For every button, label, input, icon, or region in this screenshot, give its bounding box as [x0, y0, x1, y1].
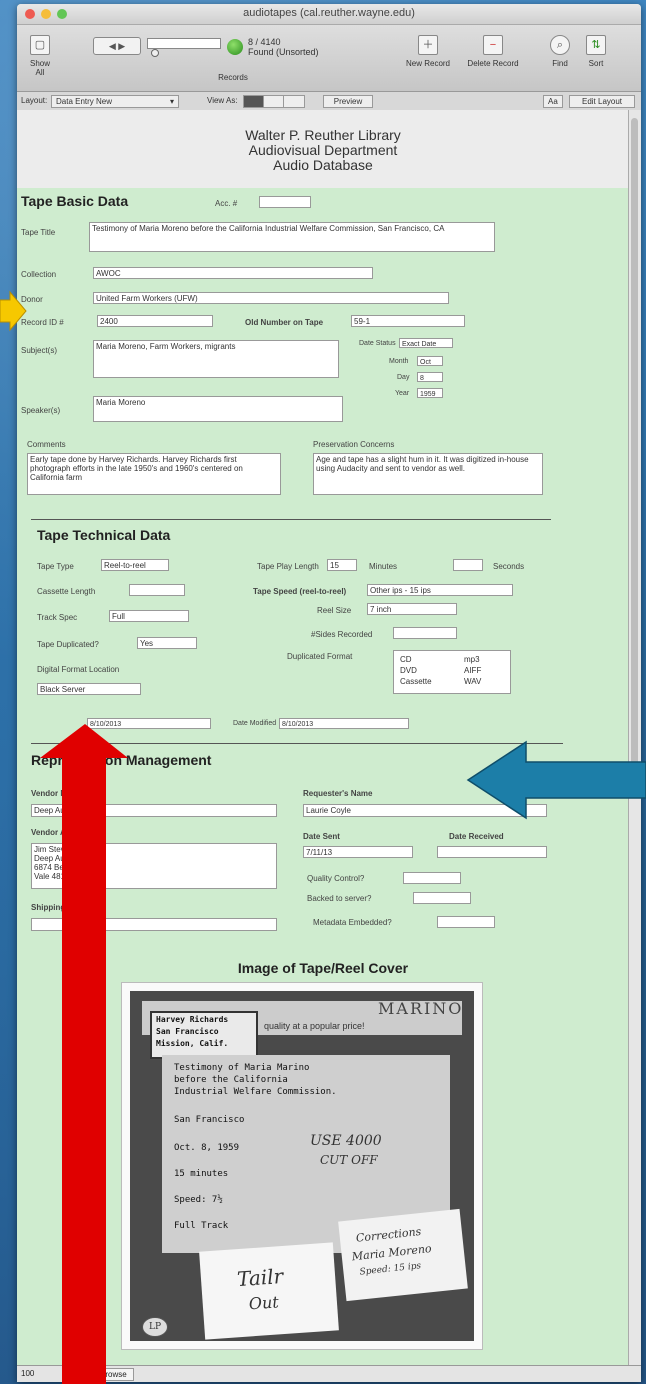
annotation-arrows: [0, 290, 646, 1384]
blue-arrow-icon: [466, 740, 646, 820]
yellow-arrow-icon: [0, 290, 27, 332]
red-arrow-icon: [40, 724, 128, 1384]
